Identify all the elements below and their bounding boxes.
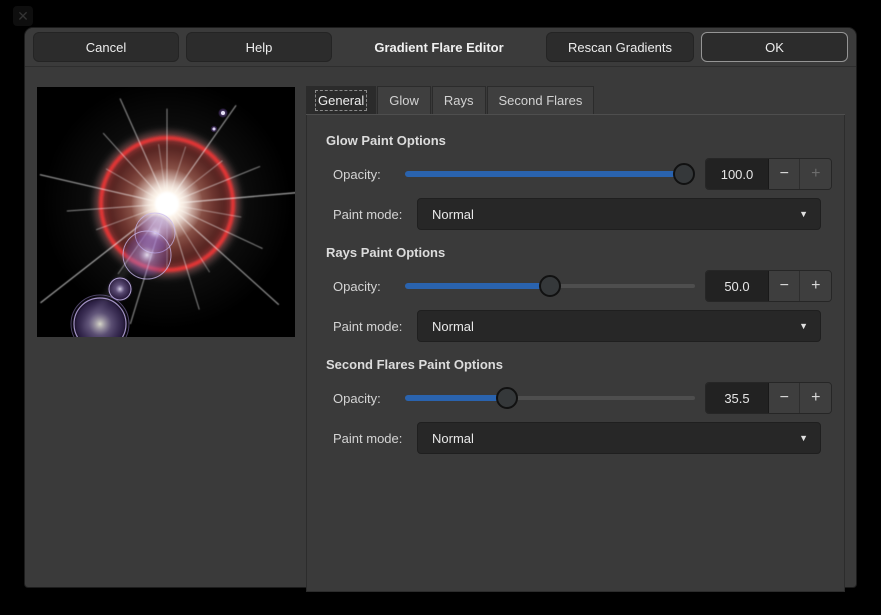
dialog-content: General Glow Rays Second Flares Glow Pai… — [25, 67, 856, 587]
opacity-slider-handle[interactable] — [539, 275, 561, 297]
tab-rays[interactable]: Rays — [432, 86, 486, 114]
dialog-title: Gradient Flare Editor — [339, 40, 539, 55]
opacity-spinbox: 100.0 − + — [705, 158, 832, 190]
opacity-spinbox: 50.0 − + — [705, 270, 832, 302]
section-title: Rays Paint Options — [326, 244, 832, 261]
opacity-minus-button[interactable]: − — [769, 159, 801, 189]
paint-mode-value: Normal — [432, 431, 474, 446]
paint-mode-dropdown[interactable]: Normal ▼ — [417, 422, 821, 454]
screen: ✕ Cancel Help Gradient Flare Editor Resc… — [0, 0, 881, 615]
paint-mode-value: Normal — [432, 207, 474, 222]
flare-preview — [37, 87, 295, 337]
editor-notebook: General Glow Rays Second Flares Glow Pai… — [306, 86, 845, 574]
opacity-row: Opacity: 35.5 − + — [333, 382, 832, 414]
opacity-plus-button[interactable]: + — [800, 159, 831, 189]
help-button[interactable]: Help — [186, 32, 332, 62]
minus-icon: − — [780, 165, 789, 183]
opacity-slider-handle[interactable] — [673, 163, 695, 185]
opacity-minus-button[interactable]: − — [769, 271, 801, 301]
chevron-down-icon: ▼ — [799, 321, 808, 331]
tab-second-flares[interactable]: Second Flares — [487, 86, 595, 114]
header-bar: Cancel Help Gradient Flare Editor Rescan… — [25, 28, 856, 67]
tab-row: General Glow Rays Second Flares — [306, 86, 845, 115]
slider-fill — [405, 283, 550, 289]
paint-mode-row: Paint mode: Normal ▼ — [333, 310, 832, 342]
section-title: Glow Paint Options — [326, 132, 832, 149]
opacity-value-field[interactable]: 100.0 — [706, 159, 769, 189]
tab-general[interactable]: General — [306, 86, 376, 114]
minus-icon: − — [780, 389, 789, 407]
tab-page-general: Glow Paint Options Opacity: 100.0 − — [306, 115, 845, 592]
tab-glow[interactable]: Glow — [377, 86, 431, 114]
rays-paint-options-section: Rays Paint Options Opacity: 50.0 − — [320, 244, 832, 342]
opacity-spinbox: 35.5 − + — [705, 382, 832, 414]
slider-fill — [405, 395, 504, 401]
paint-mode-row: Paint mode: Normal ▼ — [333, 198, 832, 230]
opacity-value-field[interactable]: 35.5 — [706, 383, 769, 413]
opacity-slider[interactable] — [405, 382, 695, 414]
minus-icon: − — [780, 277, 789, 295]
paint-mode-label: Paint mode: — [333, 431, 417, 446]
ok-button[interactable]: OK — [701, 32, 848, 62]
opacity-slider[interactable] — [405, 158, 695, 190]
opacity-slider[interactable] — [405, 270, 695, 302]
cancel-button[interactable]: Cancel — [33, 32, 179, 62]
paint-mode-dropdown[interactable]: Normal ▼ — [417, 198, 821, 230]
chevron-down-icon: ▼ — [799, 209, 808, 219]
paint-mode-row: Paint mode: Normal ▼ — [333, 422, 832, 454]
plus-icon: + — [811, 389, 820, 407]
plus-icon: + — [811, 165, 820, 183]
paint-mode-value: Normal — [432, 319, 474, 334]
opacity-row: Opacity: 50.0 − + — [333, 270, 832, 302]
opacity-plus-button[interactable]: + — [800, 383, 831, 413]
section-title: Second Flares Paint Options — [326, 356, 832, 373]
flare-preview-image — [37, 87, 295, 337]
second-flares-paint-options-section: Second Flares Paint Options Opacity: 35.… — [320, 356, 832, 454]
window-close-icon[interactable]: ✕ — [13, 6, 33, 26]
paint-mode-label: Paint mode: — [333, 207, 417, 222]
glow-paint-options-section: Glow Paint Options Opacity: 100.0 − — [320, 132, 832, 230]
gradient-flare-editor-dialog: Cancel Help Gradient Flare Editor Rescan… — [25, 28, 856, 587]
rescan-gradients-button[interactable]: Rescan Gradients — [546, 32, 694, 62]
slider-fill — [405, 171, 695, 177]
paint-mode-dropdown[interactable]: Normal ▼ — [417, 310, 821, 342]
opacity-slider-handle[interactable] — [496, 387, 518, 409]
plus-icon: + — [811, 277, 820, 295]
opacity-row: Opacity: 100.0 − + — [333, 158, 832, 190]
paint-mode-label: Paint mode: — [333, 319, 417, 334]
opacity-plus-button[interactable]: + — [800, 271, 831, 301]
opacity-value-field[interactable]: 50.0 — [706, 271, 769, 301]
chevron-down-icon: ▼ — [799, 433, 808, 443]
opacity-minus-button[interactable]: − — [769, 383, 801, 413]
